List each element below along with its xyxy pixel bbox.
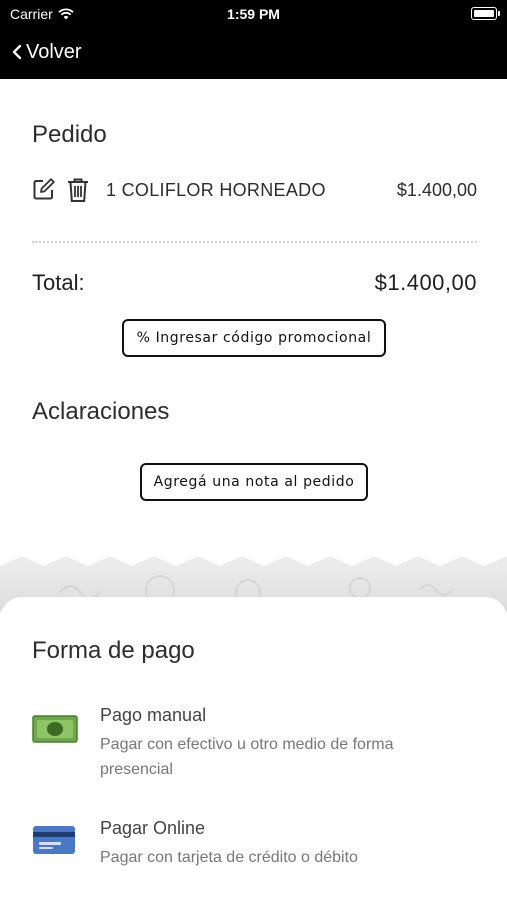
notes-title: Aclaraciones [32, 398, 170, 425]
back-label: Volver [26, 40, 82, 63]
payment-option-manual[interactable]: Pago manual Pagar con efectivo u otro me… [32, 705, 482, 778]
order-item-price: $1.400,00 [396, 179, 477, 200]
total-label: Total: [32, 270, 85, 295]
payment-option-description: Pagar con tarjeta de crédito o débito [100, 849, 358, 866]
clock: 1:59 PM [227, 6, 280, 22]
payment-title: Forma de pago [32, 637, 195, 664]
edit-icon[interactable] [32, 177, 56, 201]
order-divider [32, 241, 477, 243]
payment-option-title: Pagar Online [100, 818, 206, 838]
credit-card-icon [33, 826, 75, 854]
payment-card: Forma de pago Pago manual Pagar con efec… [0, 597, 507, 900]
order-item-name: 1 COLIFLOR HORNEADO [106, 179, 326, 200]
status-bar: Carrier 1:59 PM [0, 0, 507, 28]
top-bar: Carrier 1:59 PM Volver [0, 0, 507, 79]
total-amount: $1.400,00 [374, 270, 477, 295]
battery-icon [471, 7, 500, 20]
payment-option-title: Pago manual [100, 705, 207, 725]
chevron-left-icon [12, 44, 22, 60]
back-button[interactable]: Volver [12, 38, 82, 66]
trash-icon[interactable] [66, 177, 90, 203]
total-row: Total: $1.400,00 [32, 270, 477, 296]
cash-icon [32, 715, 78, 743]
order-title: Pedido [32, 121, 107, 148]
order-item-row: 1 COLIFLOR HORNEADO $1.400,00 [32, 175, 477, 205]
payment-option-description: Pagar con efectivo u otro medio de forma… [100, 736, 394, 778]
payment-option-online[interactable]: Pagar Online Pagar con tarjeta de crédit… [32, 818, 482, 868]
promo-code-button[interactable]: % Ingresar código promocional [122, 319, 386, 357]
add-note-button[interactable]: Agregá una nota al pedido [140, 463, 368, 501]
